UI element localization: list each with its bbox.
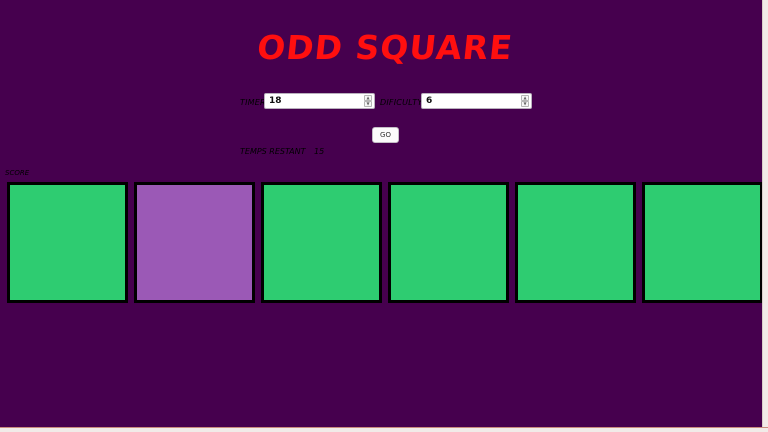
vertical-scrollbar[interactable] [762, 0, 768, 432]
game-square[interactable] [642, 182, 762, 303]
game-square[interactable] [261, 182, 382, 303]
odd-square[interactable] [134, 182, 255, 303]
time-remaining: TEMPS RESTANT 15 [240, 147, 324, 156]
game-square[interactable] [7, 182, 128, 303]
time-remaining-label: TEMPS RESTANT [240, 147, 306, 156]
timer-label: TIMER [240, 98, 266, 107]
window-bottom-edge [0, 427, 768, 432]
game-viewport: ODD SQUARE TIMER 18 ▲ ▼ DIFICULTY 6 ▲ ▼ … [0, 0, 762, 427]
spinner-down-icon[interactable]: ▼ [364, 101, 372, 107]
difficulty-label: DIFICULTY [380, 98, 423, 107]
spinner-down-icon[interactable]: ▼ [521, 101, 529, 107]
time-remaining-value: 15 [314, 147, 325, 156]
difficulty-spinner[interactable]: ▲ ▼ [521, 95, 529, 107]
game-square[interactable] [388, 182, 509, 303]
difficulty-input[interactable]: 6 ▲ ▼ [421, 93, 532, 109]
timer-input[interactable]: 18 ▲ ▼ [264, 93, 375, 109]
game-title: ODD SQUARE [255, 28, 515, 67]
timer-spinner[interactable]: ▲ ▼ [364, 95, 372, 107]
game-square[interactable] [515, 182, 636, 303]
timer-input-value: 18 [269, 96, 282, 106]
difficulty-input-value: 6 [426, 96, 433, 106]
score-label: SCORE [5, 169, 30, 177]
go-button[interactable]: GO [372, 127, 399, 143]
